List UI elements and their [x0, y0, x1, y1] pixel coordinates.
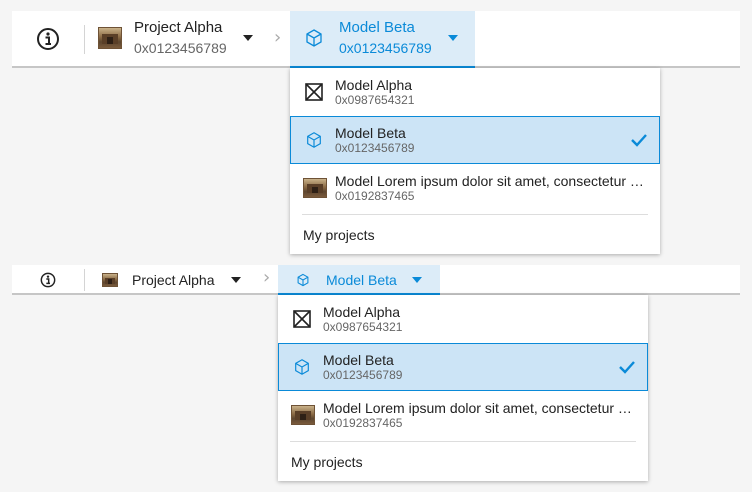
model-dropdown-menu: Model Alpha 0x0987654321 Model Beta 0x01… [290, 68, 660, 254]
cube-icon [292, 357, 312, 377]
chevron-right-icon: › [263, 267, 271, 288]
menu-item-address: 0x0192837465 [323, 416, 403, 430]
project-thumbnail [303, 178, 327, 198]
project-thumbnail [102, 273, 118, 287]
breadcrumb-bar-large: Project Alpha 0x0123456789 › Model Beta … [12, 11, 740, 68]
project-address: 0x0123456789 [134, 40, 227, 56]
info-icon[interactable] [36, 269, 60, 291]
breadcrumb-model-active[interactable]: Model Beta 0x0123456789 [290, 11, 475, 68]
menu-item-model-beta[interactable]: Model Beta 0x0123456789 [290, 116, 660, 164]
cube-icon [304, 28, 324, 48]
checkmark-icon [619, 361, 635, 374]
menu-item-model-alpha[interactable]: Model Alpha 0x0987654321 [278, 295, 648, 343]
menu-item-model-beta[interactable]: Model Beta 0x0123456789 [278, 343, 648, 391]
menu-item-name: Model Lorem ipsum dolor sit amet, consec… [323, 400, 638, 416]
menu-item-name: Model Lorem ipsum dolor sit amet, consec… [335, 173, 650, 189]
menu-item-name: Model Alpha [335, 77, 413, 93]
model-address: 0x0123456789 [339, 40, 432, 56]
my-projects-link[interactable]: My projects [303, 226, 375, 244]
menu-item-address: 0x0987654321 [323, 320, 403, 334]
divider [84, 25, 85, 54]
menu-item-model-lorem[interactable]: Model Lorem ipsum dolor sit amet, consec… [278, 391, 648, 439]
menu-item-address: 0x0123456789 [323, 368, 403, 382]
breadcrumb-project[interactable]: Project Alpha [102, 270, 241, 290]
chevron-down-icon[interactable] [230, 277, 241, 283]
menu-item-model-alpha[interactable]: Model Alpha 0x0987654321 [290, 68, 660, 116]
menu-item-address: 0x0987654321 [335, 93, 415, 107]
chevron-down-icon[interactable] [242, 35, 253, 41]
menu-item-address: 0x0192837465 [335, 189, 415, 203]
breadcrumb-model-active[interactable]: Model Beta [278, 265, 440, 295]
menu-item-address: 0x0123456789 [335, 141, 415, 155]
project-thumbnail [98, 27, 122, 49]
breadcrumb-bar-small: Project Alpha › Model Beta [12, 265, 740, 295]
project-title: Project Alpha [132, 272, 215, 288]
menu-item-name: Model Beta [323, 352, 394, 368]
menu-item-model-lorem[interactable]: Model Lorem ipsum dolor sit amet, consec… [290, 164, 660, 212]
checkmark-icon [631, 134, 647, 147]
project-thumbnail [291, 405, 315, 425]
no-thumbnail-icon [304, 82, 324, 102]
model-title: Model Beta [339, 19, 415, 36]
model-dropdown-menu: Model Alpha 0x0987654321 Model Beta 0x01… [278, 295, 648, 481]
menu-item-name: Model Beta [335, 125, 406, 141]
menu-item-name: Model Alpha [323, 304, 401, 320]
chevron-down-icon[interactable] [411, 277, 422, 283]
model-title: Model Beta [326, 272, 397, 288]
my-projects-link[interactable]: My projects [291, 453, 363, 471]
no-thumbnail-icon [292, 309, 312, 329]
cube-icon [296, 273, 310, 287]
chevron-right-icon: › [274, 27, 282, 48]
chevron-down-icon[interactable] [447, 35, 458, 41]
breadcrumb-project[interactable]: Project Alpha 0x0123456789 [98, 18, 253, 58]
menu-divider [302, 214, 648, 215]
cube-icon [304, 130, 324, 150]
info-icon[interactable] [32, 21, 64, 57]
menu-divider [290, 441, 636, 442]
divider [84, 269, 85, 291]
project-title: Project Alpha [134, 19, 223, 36]
